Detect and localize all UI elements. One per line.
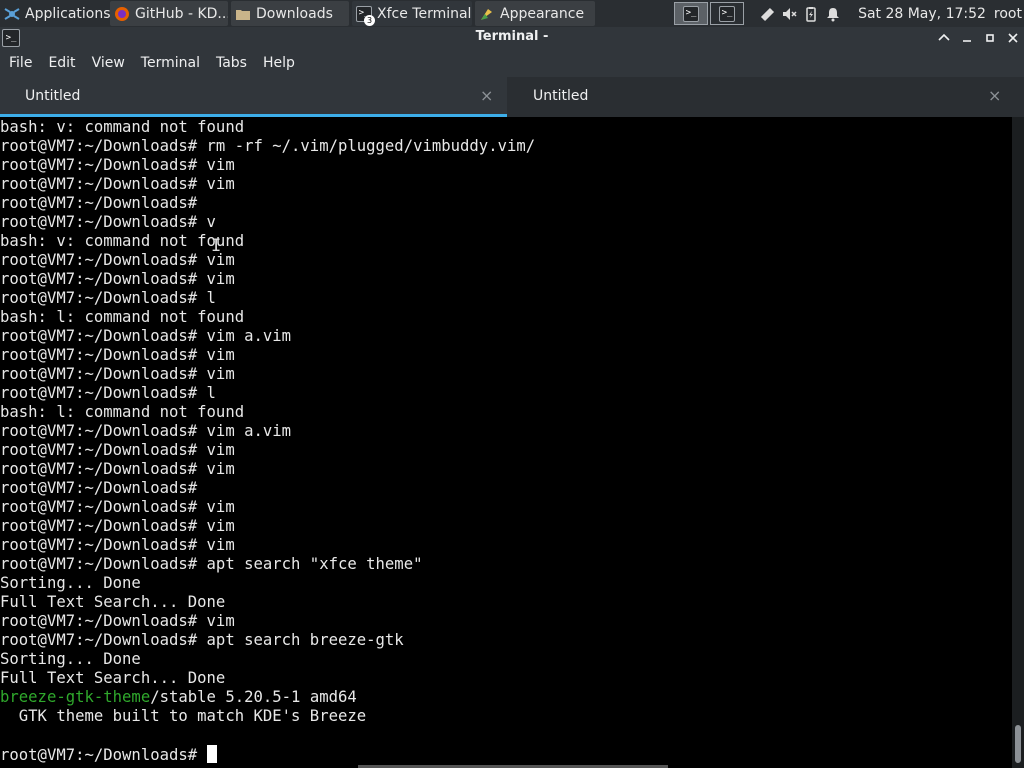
terminal-line: root@VM7:~/Downloads# vim bbox=[0, 175, 235, 193]
taskbar-item-downloads[interactable]: Downloads bbox=[231, 1, 349, 26]
taskbar-item-appearance[interactable]: Appearance bbox=[475, 1, 595, 26]
vertical-scrollbar[interactable] bbox=[1012, 117, 1024, 768]
terminal-line: root@VM7:~/Downloads# vim bbox=[0, 460, 235, 478]
scrollbar-thumb[interactable] bbox=[1015, 725, 1021, 763]
terminal-line: bash: v: command not found bbox=[0, 118, 245, 136]
mouse-ibeam-cursor: I bbox=[211, 236, 222, 256]
menu-bar: File Edit View Terminal Tabs Help bbox=[0, 49, 1024, 77]
menu-terminal[interactable]: Terminal bbox=[133, 55, 208, 71]
terminal-icon: >_ bbox=[683, 5, 700, 22]
terminal-line: root@VM7:~/Downloads# l bbox=[0, 289, 216, 307]
top-panel: Applications ≡ GitHub - KD... Downloads … bbox=[0, 0, 1024, 27]
terminal-output[interactable]: bash: v: command not found root@VM7:~/Dow… bbox=[0, 117, 1012, 768]
tab-label: Untitled bbox=[533, 88, 589, 104]
terminal-line: bash: l: command not found bbox=[0, 403, 245, 421]
terminal-line: root@VM7:~/Downloads# vim bbox=[0, 441, 235, 459]
terminal-line: bash: v: command not found bbox=[0, 232, 245, 250]
folder-icon bbox=[235, 6, 251, 22]
terminal-line: root@VM7:~/Downloads# l bbox=[0, 384, 216, 402]
tab-untitled-1[interactable]: Untitled × bbox=[0, 77, 507, 117]
terminal-line: root@VM7:~/Downloads# vim bbox=[0, 346, 235, 364]
terminal-line: Sorting... Done bbox=[0, 574, 141, 592]
tab-untitled-2[interactable]: Untitled × bbox=[508, 77, 1024, 117]
clock[interactable]: Sat 28 May, 17:52 bbox=[854, 1, 990, 26]
terminal-line: root@VM7:~/Downloads# vim bbox=[0, 365, 235, 383]
minimize-button[interactable] bbox=[957, 28, 977, 48]
terminal-line: Sorting... Done bbox=[0, 650, 141, 668]
terminal-line: root@VM7:~/Downloads# apt search breeze-… bbox=[0, 631, 404, 649]
terminal-line: root@VM7:~/Downloads# vim bbox=[0, 251, 235, 269]
menu-help[interactable]: Help bbox=[255, 55, 303, 71]
taskbar-item-github[interactable]: GitHub - KD... bbox=[110, 1, 228, 26]
menu-view[interactable]: View bbox=[84, 55, 133, 71]
prompt-line: root@VM7:~/Downloads# bbox=[0, 745, 1012, 764]
terminal-line: Full Text Search... Done bbox=[0, 593, 226, 611]
window-count-badge: 3 bbox=[364, 14, 375, 26]
volume-muted-icon[interactable] bbox=[778, 3, 800, 25]
terminal-icon: >_ bbox=[719, 5, 736, 22]
terminal-line: bash: l: command not found bbox=[0, 308, 245, 326]
package-result-line: breeze-gtk-theme/stable 5.20.5-1 amd64 bbox=[0, 688, 1012, 707]
window-title: Terminal - bbox=[475, 29, 549, 44]
taskbar-item-label: Downloads bbox=[256, 5, 333, 22]
text-cursor bbox=[206, 745, 217, 763]
shell-prompt: root@VM7:~/Downloads# bbox=[0, 746, 207, 764]
package-description: GTK theme built to match KDE's Breeze bbox=[0, 707, 367, 725]
terminal-history: bash: v: command not found root@VM7:~/Dow… bbox=[0, 118, 1012, 688]
package-version: /stable 5.20.5-1 amd64 bbox=[150, 688, 357, 706]
tab-close-icon[interactable]: × bbox=[988, 86, 1001, 105]
taskbar-item-label: Appearance bbox=[500, 5, 585, 22]
terminal-line: root@VM7:~/Downloads# bbox=[0, 479, 198, 497]
appearance-icon bbox=[479, 6, 495, 22]
maximize-button[interactable] bbox=[980, 28, 1000, 48]
user-menu-button[interactable]: root bbox=[990, 1, 1024, 26]
terminal-line: root@VM7:~/Downloads# vim bbox=[0, 612, 235, 630]
terminal-line: root@VM7:~/Downloads# bbox=[0, 194, 198, 212]
menu-tabs[interactable]: Tabs bbox=[208, 55, 255, 71]
network-icon[interactable] bbox=[756, 3, 778, 25]
taskbar-item-label: GitHub - KD... bbox=[135, 5, 228, 22]
taskbar-item-label: Xfce Terminal bbox=[377, 5, 472, 22]
terminal-line: root@VM7:~/Downloads# vim bbox=[0, 156, 235, 174]
terminal-line: root@VM7:~/Downloads# v bbox=[0, 213, 216, 231]
workspace-2-button[interactable]: >_ bbox=[710, 2, 745, 25]
terminal-line: root@VM7:~/Downloads# vim bbox=[0, 498, 235, 516]
terminal-line: root@VM7:~/Downloads# vim bbox=[0, 517, 235, 535]
applications-menu-button[interactable]: Applications ≡ bbox=[0, 1, 110, 26]
close-button[interactable] bbox=[1003, 28, 1023, 48]
package-name: breeze-gtk-theme bbox=[0, 688, 151, 706]
terminal-line: root@VM7:~/Downloads# vim bbox=[0, 270, 235, 288]
terminal-line: root@VM7:~/Downloads# vim a.vim bbox=[0, 422, 292, 440]
battery-icon[interactable] bbox=[800, 3, 822, 25]
menu-edit[interactable]: Edit bbox=[40, 55, 83, 71]
maximize-up-icon[interactable] bbox=[934, 28, 954, 48]
tab-close-icon[interactable]: × bbox=[480, 86, 493, 105]
terminal-line: root@VM7:~/Downloads# apt search "xfce t… bbox=[0, 555, 423, 573]
taskbar-item-terminal[interactable]: >_ 3 Xfce Terminal bbox=[352, 1, 472, 26]
terminal-line: root@VM7:~/Downloads# vim a.vim bbox=[0, 327, 292, 345]
tab-bar: Untitled × Untitled × bbox=[0, 77, 1024, 117]
notifications-bell-icon[interactable] bbox=[822, 3, 844, 25]
menu-file[interactable]: File bbox=[1, 55, 40, 71]
applications-menu-label: Applications bbox=[25, 5, 110, 22]
firefox-icon bbox=[114, 6, 130, 22]
xfce-logo-icon bbox=[4, 6, 20, 22]
tab-label: Untitled bbox=[25, 88, 81, 104]
terminal-line: root@VM7:~/Downloads# rm -rf ~/.vim/plug… bbox=[0, 137, 536, 155]
terminal-icon: >_ 3 bbox=[356, 5, 375, 26]
window-titlebar[interactable]: >_ Terminal - bbox=[0, 27, 1024, 49]
workspace-1-button[interactable]: >_ bbox=[674, 2, 709, 25]
terminal-line: root@VM7:~/Downloads# vim bbox=[0, 536, 235, 554]
terminal-line: Full Text Search... Done bbox=[0, 669, 226, 687]
